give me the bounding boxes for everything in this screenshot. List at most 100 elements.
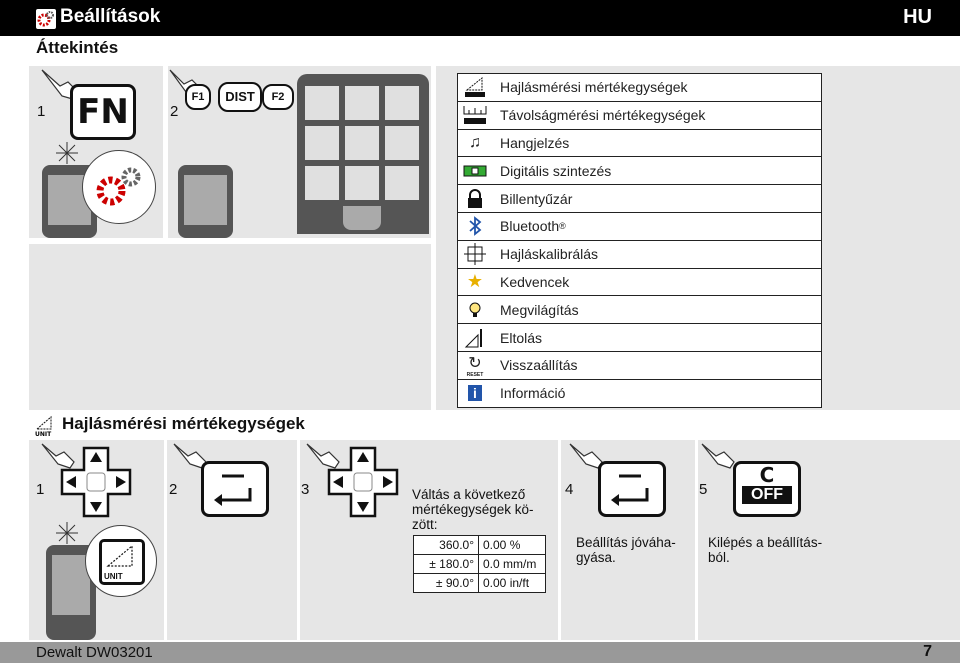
menu-item-label: Digitális szintezés xyxy=(500,162,612,179)
enter-icon xyxy=(214,474,252,506)
menu-item: ★ Kedvencek xyxy=(458,269,821,297)
clear-off-key[interactable]: C OFF xyxy=(733,461,801,517)
enter-icon xyxy=(611,474,649,506)
enter-key[interactable] xyxy=(201,461,269,517)
menu-item-label: Billentyűzár xyxy=(500,190,573,207)
table-cell: 360.0° xyxy=(413,535,479,555)
f1-key-label: F1 xyxy=(191,91,205,103)
tilt-unit-bubble: UNIT xyxy=(85,525,157,597)
lock-icon xyxy=(462,188,488,210)
language-code: HU xyxy=(903,6,932,28)
laser-spark-icon xyxy=(56,142,78,169)
units-table: 360.0° 0.00 % ± 180.0° 0.0 mm/m ± 90.0° 0.00 … xyxy=(413,535,546,593)
menu-item: Hajlásmérési mértékegységek xyxy=(458,74,821,102)
menu-item-label: Visszaállítás xyxy=(500,357,578,374)
step-4-instruction: Beállítás jóváha-gyása. xyxy=(576,535,676,565)
menu-tile xyxy=(345,126,379,160)
overview-divider xyxy=(29,238,431,244)
menu-item: Megvilágítás xyxy=(458,296,821,325)
dist-key-label: DIST xyxy=(225,89,255,104)
menu-item: Billentyűzár xyxy=(458,185,821,213)
menu-item-label: Megvilágítás xyxy=(500,301,579,318)
laser-spark-icon xyxy=(56,522,78,549)
step-number: 2 xyxy=(169,481,178,498)
settings-gear-icon xyxy=(36,9,56,29)
step-number: 4 xyxy=(565,481,574,498)
reset-icon: ↻ RESET xyxy=(466,354,484,378)
f2-key[interactable]: F2 xyxy=(262,84,294,110)
reset-sublabel: RESET xyxy=(466,371,484,378)
calibration-icon xyxy=(462,243,488,266)
step-5-instruction: Kilépés a beállítás-ból. xyxy=(708,535,823,565)
menu-tile xyxy=(305,166,339,200)
bluetooth-icon xyxy=(462,215,488,237)
page-title: Beállítások xyxy=(60,6,161,27)
fn-key[interactable]: FN xyxy=(70,84,136,140)
menu-tile xyxy=(385,86,419,120)
table-cell: 0.00 in/ft xyxy=(478,573,546,593)
menu-tile xyxy=(345,166,379,200)
device-illustration xyxy=(178,165,233,238)
menu-item-label: Hajlásmérési mértékegységek xyxy=(500,79,688,96)
menu-item-label: Hajláskalibrálás xyxy=(500,246,599,263)
menu-tile xyxy=(345,86,379,120)
step-number: 3 xyxy=(301,481,310,498)
menu-item: i Információ xyxy=(458,380,821,407)
menu-tile xyxy=(305,126,339,160)
off-key-label: OFF xyxy=(742,486,792,504)
menu-item-label: Távolságmérési mértékegységek xyxy=(500,107,706,124)
settings-bubble xyxy=(82,150,156,224)
offset-icon xyxy=(462,327,488,349)
f2-key-label: F2 xyxy=(271,91,285,103)
step-number: 1 xyxy=(36,481,45,498)
enter-key[interactable] xyxy=(598,461,666,517)
bulb-icon xyxy=(462,299,488,321)
menu-item: ↻ RESET Visszaállítás xyxy=(458,352,821,380)
menu-item-label: Kedvencek xyxy=(500,273,570,290)
clear-key-label: C xyxy=(759,463,775,487)
page-number: 7 xyxy=(923,643,932,660)
section-subtitle: Áttekintés xyxy=(36,38,119,57)
menu-item: Eltolás xyxy=(458,324,821,352)
menu-item: Digitális szintezés xyxy=(458,157,821,186)
fn-key-label: FN xyxy=(77,92,129,132)
unit-label: UNIT xyxy=(35,431,52,437)
table-cell: 0.0 mm/m xyxy=(478,554,546,574)
table-cell: ± 180.0° xyxy=(413,554,479,574)
menu-tile xyxy=(305,86,339,120)
navigation-pad[interactable] xyxy=(327,446,399,523)
tilt-unit-icon xyxy=(462,76,488,98)
menu-tile xyxy=(385,126,419,160)
menu-item-label: Eltolás xyxy=(500,329,543,346)
star-icon: ★ xyxy=(466,271,484,292)
footer-bar: Dewalt DW03201 7 xyxy=(0,642,960,663)
menu-item: ♫ Hangjelzés xyxy=(458,130,821,158)
gear-icon xyxy=(96,167,141,206)
menu-item: Távolságmérési mértékegységek xyxy=(458,102,821,130)
distance-unit-icon xyxy=(462,104,488,126)
registered-mark: ® xyxy=(559,221,566,232)
menu-item-label: Bluetooth xyxy=(500,218,560,235)
table-row: ± 180.0° 0.0 mm/m xyxy=(413,554,546,574)
menu-item-label: Információ xyxy=(500,385,566,402)
settings-menu-list: Hajlásmérési mértékegységek Távolságmérés… xyxy=(457,73,822,408)
info-icon: i xyxy=(462,382,488,404)
table-row: 360.0° 0.00 % xyxy=(413,535,546,555)
header-bar: Beállítások HU xyxy=(0,0,960,36)
footer-brand: Dewalt DW03201 xyxy=(36,644,153,661)
navigation-pad[interactable] xyxy=(60,446,132,523)
table-cell: ± 90.0° xyxy=(413,573,479,593)
menu-tile xyxy=(385,166,419,200)
level-icon xyxy=(462,160,488,182)
menu-item-label: Hangjelzés xyxy=(500,134,570,151)
music-note-icon: ♫ xyxy=(469,133,481,151)
unit-label: UNIT xyxy=(104,572,123,581)
menu-grid xyxy=(297,74,429,234)
dist-key[interactable]: DIST xyxy=(218,82,262,112)
table-row: ± 90.0° 0.00 in/ft xyxy=(413,573,546,593)
step-3-instruction: Váltás a következő mértékegységek kö-zöt… xyxy=(412,487,534,532)
f1-key[interactable]: F1 xyxy=(185,84,211,110)
section-title: Hajlásmérési mértékegységek xyxy=(62,414,305,433)
menu-item: Bluetooth ® xyxy=(458,213,821,241)
menu-tile xyxy=(343,206,381,230)
